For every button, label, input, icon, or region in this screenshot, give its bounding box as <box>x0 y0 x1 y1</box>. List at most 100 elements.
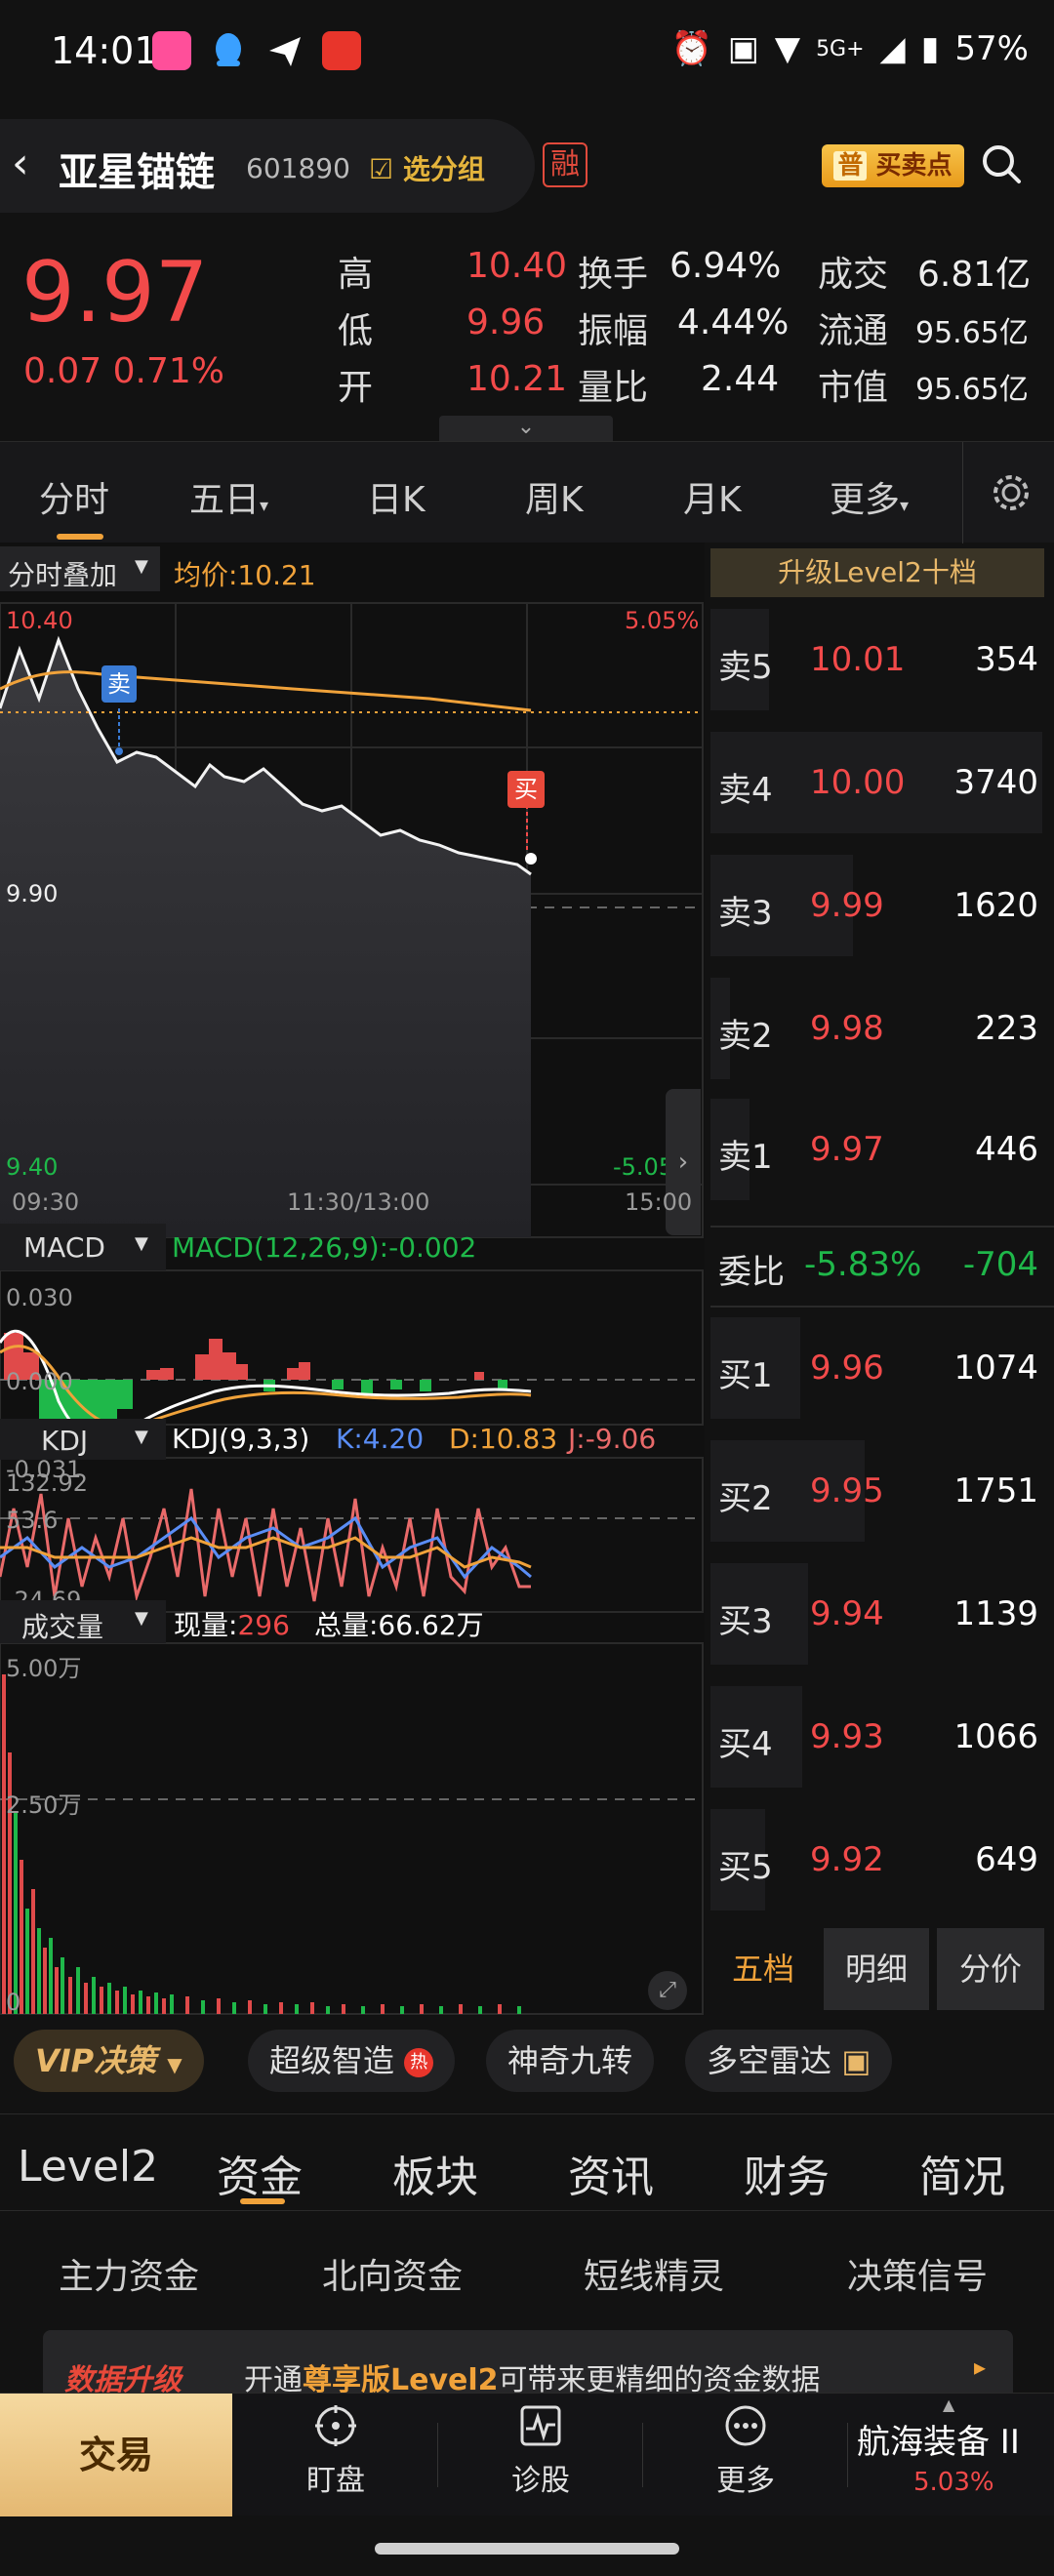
tab-finance[interactable]: 财务 <box>744 2142 830 2204</box>
amplitude-value: 4.44% <box>677 302 790 342</box>
settings-gear-icon[interactable] <box>990 471 1033 514</box>
tab-capital[interactable]: 资金 <box>217 2142 303 2204</box>
level2-upgrade-button[interactable]: 升级Level2十档 <box>710 548 1044 597</box>
search-icon[interactable] <box>980 142 1023 185</box>
data-upgrade-banner[interactable]: 数据升级 开通尊享版Level2可带来更精细的资金数据 ▸ <box>43 2330 1013 2402</box>
volume-indicator-dropdown[interactable]: 成交量 ▼ <box>0 1600 166 1643</box>
float-cap-value: 95.65亿 <box>915 316 1029 350</box>
tool-row: VIP决策 ▼ 超级智造 热 神奇九转 多空雷达 ▣ <box>0 2016 1054 2113</box>
bull-bear-radar-button[interactable]: 多空雷达 ▣ <box>685 2030 893 2092</box>
volume-bar <box>185 1996 189 2014</box>
volume-bar <box>92 1977 96 2014</box>
nav-more[interactable]: 更多 <box>687 2403 804 2499</box>
turnover-label: 换手 <box>578 255 649 295</box>
ask-volume: 3740 <box>953 763 1038 802</box>
subtab-short-term-genie[interactable]: 短线精灵 <box>584 2248 724 2299</box>
subtab-main-capital[interactable]: 主力资金 <box>59 2248 199 2299</box>
tab-sector[interactable]: 板块 <box>392 2142 478 2204</box>
volume-bar <box>381 2004 385 2014</box>
float-cap-label: 流通 <box>818 311 889 351</box>
macd-bar <box>474 1372 484 1380</box>
volume-bar <box>123 1987 127 2014</box>
trade-button[interactable]: 交易 <box>0 2394 232 2516</box>
nav-divider <box>847 2423 848 2487</box>
macd-indicator-dropdown[interactable]: MACD ▼ <box>0 1224 166 1270</box>
ask-price: 10.01 <box>810 640 906 679</box>
macd-bar <box>101 1380 117 1419</box>
nav-watch[interactable]: 盯盘 <box>277 2403 394 2499</box>
tab-profile[interactable]: 简况 <box>919 2142 1005 2204</box>
tab-weekly-k[interactable]: 周K <box>525 471 584 522</box>
volume-total: 总量:66.62万 <box>314 1609 484 1641</box>
kdj-d-value: D:10.83 <box>449 1423 558 1455</box>
volume-bar <box>517 2006 521 2014</box>
kdj-indicator-dropdown[interactable]: KDJ ▼ <box>0 1419 166 1460</box>
sector-ticker[interactable]: ▲ 航海装备 II 5.03% <box>849 2394 1054 2516</box>
expand-quote-chevron-icon[interactable]: ⌄ <box>439 416 613 441</box>
subtab-northbound[interactable]: 北向资金 <box>322 2248 463 2299</box>
ask-row-1[interactable]: 卖1 9.97 446 <box>710 1091 1054 1206</box>
margin-badge[interactable]: 融 <box>543 142 588 187</box>
ask-volume: 1620 <box>953 886 1038 925</box>
ask-row-5[interactable]: 卖5 10.01 354 <box>710 601 1054 716</box>
macd-bar <box>117 1380 133 1409</box>
capital-sub-tabs: 主力资金 北向资金 短线精灵 决策信号 <box>0 2213 1054 2330</box>
ask-row-3[interactable]: 卖3 9.99 1620 <box>710 847 1054 962</box>
bid-row-3[interactable]: 买3 9.94 1139 <box>710 1555 1054 1670</box>
order-ratio-pct: -5.83% <box>804 1245 922 1284</box>
kdj-axis-top: 132.92 <box>6 1469 88 1497</box>
macd-bar <box>498 1380 507 1389</box>
send-notification-icon <box>265 31 304 70</box>
magic-nine-button[interactable]: 神奇九转 <box>486 2030 655 2092</box>
order-book-divider <box>710 1306 1054 1308</box>
tab-monthly-k[interactable]: 月K <box>683 471 742 522</box>
tab-daily-k[interactable]: 日K <box>367 471 426 522</box>
tab-details[interactable]: 明细 <box>824 1928 929 2010</box>
volume-axis-top: 5.00万 <box>6 1655 82 1682</box>
bid-label: 买1 <box>718 1356 773 1395</box>
volume-bar <box>115 1991 119 2014</box>
fullscreen-expand-icon[interactable]: ⤢ <box>648 1971 687 2010</box>
order-book-divider <box>710 1226 1054 1228</box>
ask-row-2[interactable]: 卖2 9.98 223 <box>710 970 1054 1085</box>
price-axis-top: 10.40 <box>6 607 73 634</box>
tab-price-distribution[interactable]: 分价 <box>937 1928 1044 2010</box>
tab-more[interactable]: 更多▾ <box>830 471 909 522</box>
volume-bar <box>107 1983 111 2014</box>
volume-bar <box>43 1948 47 2014</box>
volume-bar <box>2 1674 6 2014</box>
dropdown-triangle-icon: ▼ <box>167 2053 182 2076</box>
ask-row-4[interactable]: 卖4 10.00 3740 <box>710 724 1054 839</box>
chevron-up-icon: ▲ <box>943 2395 955 2414</box>
nav-diagnose[interactable]: 诊股 <box>482 2403 599 2499</box>
back-arrow-icon[interactable]: ‹ <box>12 139 29 188</box>
home-indicator[interactable] <box>375 2543 679 2555</box>
tab-five-levels[interactable]: 五档 <box>710 1928 816 2010</box>
volume-now-label: 现量: <box>174 1609 238 1641</box>
bid-row-2[interactable]: 买2 9.95 1751 <box>710 1432 1054 1548</box>
bid-row-4[interactable]: 买4 9.93 1066 <box>710 1678 1054 1793</box>
subtab-decision-signal[interactable]: 决策信号 <box>847 2248 988 2299</box>
buy-sell-point-button[interactable]: 普 买卖点 <box>822 144 964 187</box>
volume-ratio-label: 量比 <box>578 368 649 408</box>
bid-row-5[interactable]: 买5 9.92 649 <box>710 1801 1054 1916</box>
tab-level2[interactable]: Level2 <box>18 2142 158 2192</box>
nav-divider <box>642 2423 643 2487</box>
volume-bar <box>100 1987 103 2014</box>
volume-axis-mid: 2.50万 <box>6 1791 82 1819</box>
chart-area[interactable]: 分时叠加 ▼ 均价:10.21 10.40 5.05% 9.90 9.40 -5… <box>0 543 705 2016</box>
tab-news[interactable]: 资讯 <box>568 2142 654 2204</box>
sell-point-marker[interactable]: 卖 <box>101 665 137 703</box>
tab-intraday[interactable]: 分时 <box>39 471 109 522</box>
buy-point-marker[interactable]: 买 <box>507 771 545 808</box>
volume-bar <box>201 2000 205 2014</box>
watchlist-group-button[interactable]: ☑ 选分组 <box>369 148 485 187</box>
tab-five-day[interactable]: 五日▾ <box>189 471 268 522</box>
price-axis-mid: 9.90 <box>6 880 59 907</box>
super-manufacturing-button[interactable]: 超级智造 热 <box>248 2030 456 2092</box>
active-tab-indicator <box>240 2198 285 2204</box>
volume-bar <box>279 2002 283 2014</box>
bid-row-1[interactable]: 买1 9.96 1074 <box>710 1309 1054 1425</box>
vip-decision-button[interactable]: VIP决策 ▼ <box>14 2030 204 2092</box>
signal-icon: ◢ <box>879 29 906 68</box>
